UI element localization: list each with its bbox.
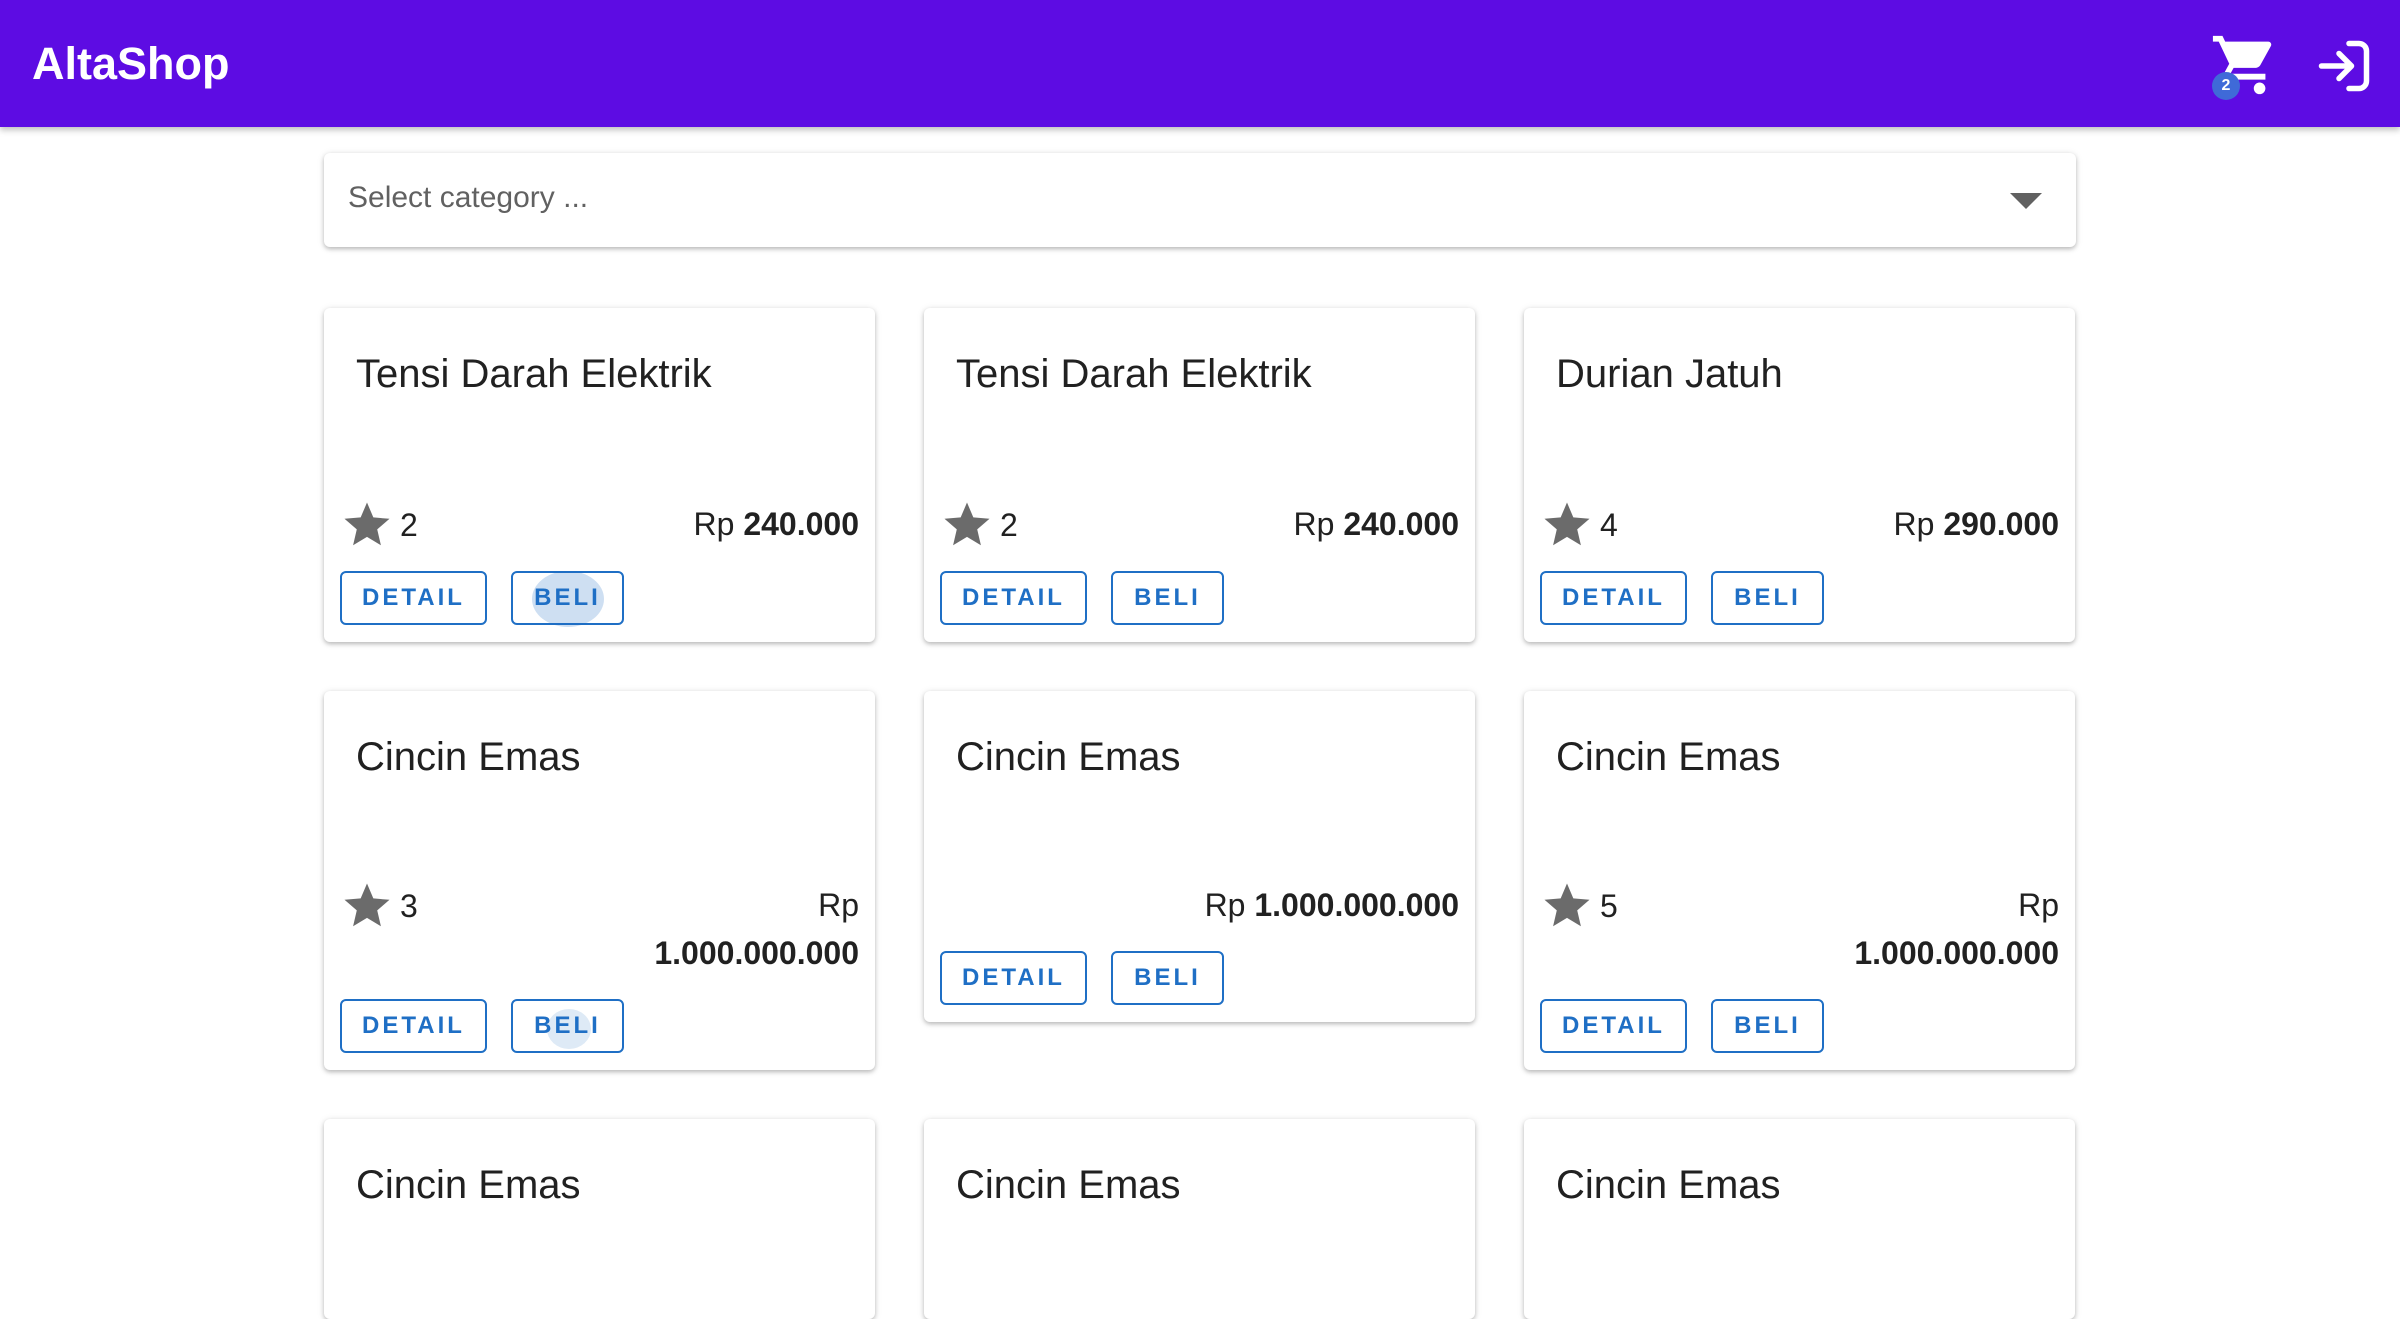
price-value: 1.000.000.000 [1854, 935, 2059, 971]
product-card: Cincin Emas 3 Rp 1.000.000.000 DETAIL BE… [324, 691, 875, 1070]
product-title[interactable]: Tensi Darah Elektrik [356, 352, 712, 397]
category-select[interactable]: Select category ... [324, 153, 2076, 247]
cart-count-badge: 2 [2212, 72, 2240, 100]
star-icon [344, 883, 390, 927]
brand-title[interactable]: AltaShop [32, 36, 230, 92]
product-title[interactable]: Cincin Emas [956, 1163, 1181, 1208]
price-currency: Rp [2018, 887, 2059, 923]
price-value: 240.000 [743, 506, 859, 542]
product-title[interactable]: Durian Jatuh [1556, 352, 1783, 397]
product-price: Rp 240.000 [694, 500, 859, 548]
buy-button[interactable]: BELI [511, 999, 624, 1053]
product-rating: 2 [940, 498, 1018, 552]
price-currency: Rp [693, 506, 735, 542]
product-card: Tensi Darah Elektrik 2 Rp 240.000 DETAIL… [324, 308, 875, 642]
login-icon [2318, 40, 2370, 92]
app-bar: AltaShop 2 [0, 0, 2400, 127]
login-button[interactable] [2314, 36, 2374, 96]
product-card: Cincin Emas [324, 1119, 875, 1319]
price-value: 1.000.000.000 [654, 935, 859, 971]
caret-down-icon[interactable] [2010, 193, 2042, 209]
star-icon [944, 502, 990, 546]
rating-value: 2 [400, 506, 418, 543]
product-card: Cincin Emas 5 Rp 1.000.000.000 DETAIL BE… [1524, 691, 2075, 1070]
product-rating: 2 [340, 498, 418, 552]
product-rating: 3 [340, 879, 418, 933]
detail-button[interactable]: DETAIL [340, 999, 487, 1053]
product-price: Rp 1.000.000.000 [654, 881, 859, 977]
buy-button[interactable]: BELI [1711, 571, 1824, 625]
product-price: Rp 240.000 [1294, 500, 1459, 548]
price-value: 290.000 [1943, 506, 2059, 542]
product-title[interactable]: Cincin Emas [1556, 735, 1781, 780]
price-value: 1.000.000.000 [1254, 887, 1459, 923]
product-title[interactable]: Cincin Emas [356, 735, 581, 780]
price-currency: Rp [1204, 887, 1246, 923]
price-currency: Rp [1893, 506, 1935, 542]
rating-value: 2 [1000, 506, 1018, 543]
buy-button[interactable]: BELI [511, 571, 624, 627]
product-price: Rp 1.000.000.000 [1854, 881, 2059, 977]
star-icon [344, 502, 390, 546]
detail-button[interactable]: DETAIL [1540, 571, 1687, 625]
product-title[interactable]: Cincin Emas [1556, 1163, 1781, 1208]
star-icon [1544, 502, 1590, 546]
buy-button[interactable]: BELI [1711, 999, 1824, 1053]
detail-button[interactable]: DETAIL [940, 571, 1087, 625]
rating-value: 5 [1600, 887, 1618, 924]
product-title[interactable]: Cincin Emas [956, 735, 1181, 780]
product-price: Rp 290.000 [1894, 500, 2059, 548]
buy-button[interactable]: BELI [1111, 951, 1224, 1005]
product-card: Cincin Emas Rp 1.000.000.000 DETAIL BELI [924, 691, 1475, 1022]
detail-button[interactable]: DETAIL [1540, 999, 1687, 1053]
product-card: Durian Jatuh 4 Rp 290.000 DETAIL BELI [1524, 308, 2075, 642]
product-title[interactable]: Cincin Emas [356, 1163, 581, 1208]
product-price: Rp 1.000.000.000 [1205, 881, 1459, 929]
price-currency: Rp [818, 887, 859, 923]
product-card: Cincin Emas [924, 1119, 1475, 1319]
detail-button[interactable]: DETAIL [940, 951, 1087, 1005]
price-currency: Rp [1293, 506, 1335, 542]
product-title[interactable]: Tensi Darah Elektrik [956, 352, 1312, 397]
detail-button[interactable]: DETAIL [340, 571, 487, 625]
category-select-placeholder: Select category ... [348, 181, 589, 214]
product-rating: 5 [1540, 879, 1618, 933]
buy-button[interactable]: BELI [1111, 571, 1224, 625]
rating-value: 4 [1600, 506, 1618, 543]
product-card: Tensi Darah Elektrik 2 Rp 240.000 DETAIL… [924, 308, 1475, 642]
rating-value: 3 [400, 887, 418, 924]
product-rating: 4 [1540, 498, 1618, 552]
price-value: 240.000 [1343, 506, 1459, 542]
star-icon [1544, 883, 1590, 927]
product-card: Cincin Emas [1524, 1119, 2075, 1319]
